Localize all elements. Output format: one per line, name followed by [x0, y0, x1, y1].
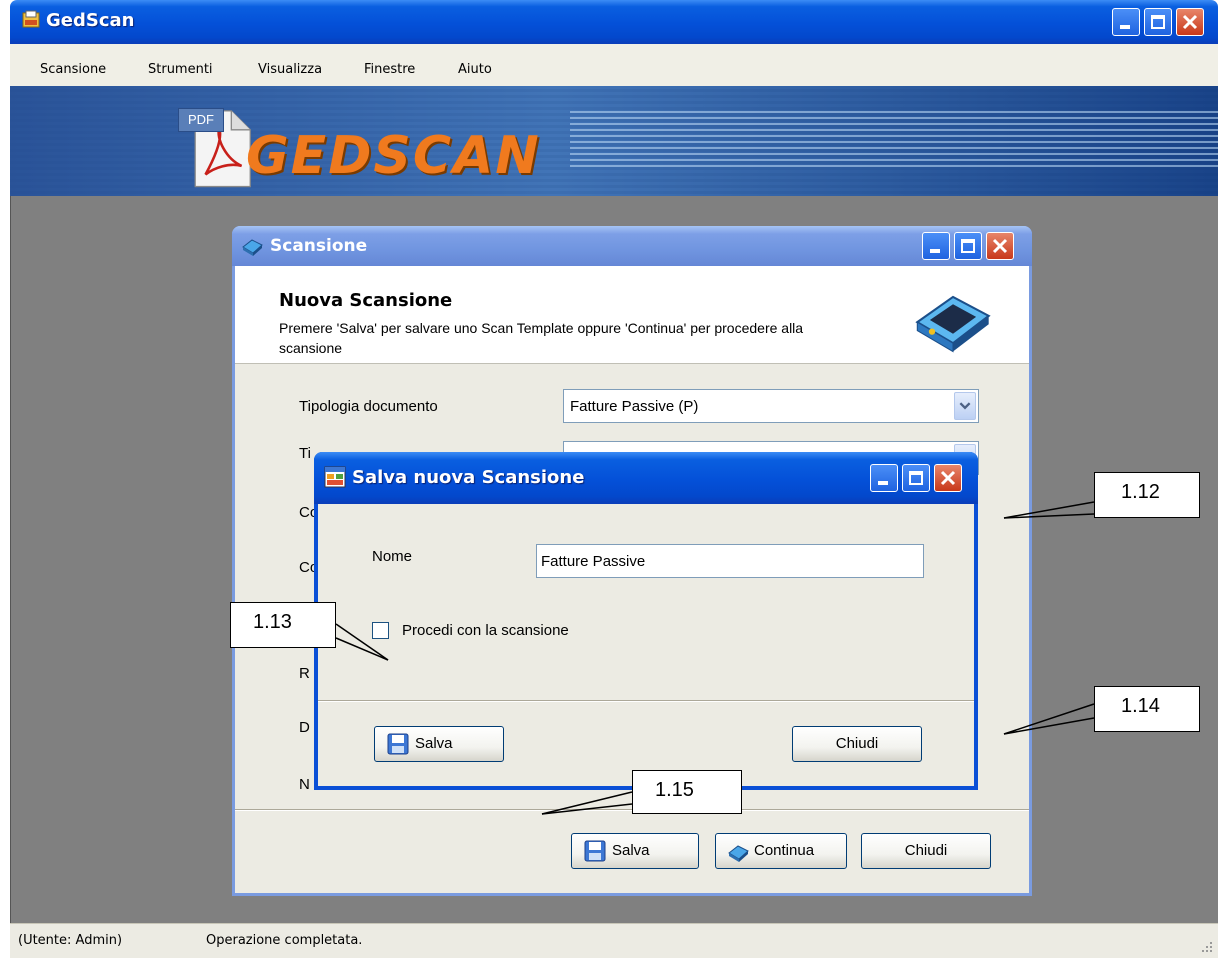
scan-dialog-title: Scansione: [270, 236, 368, 256]
menu-strumenti[interactable]: Strumenti: [148, 62, 213, 77]
scan-dialog-maximize-button[interactable]: [954, 232, 982, 260]
name-input[interactable]: Fatture Passive: [536, 544, 924, 578]
proceed-scan-label[interactable]: Procedi con la scansione: [402, 622, 569, 639]
scan-dialog-description: Premere 'Salva' per salvare uno Scan Tem…: [279, 320, 804, 356]
close-button[interactable]: [1176, 8, 1204, 36]
callout-1-14: 1.14: [1094, 686, 1200, 732]
save-dialog-close-button[interactable]: [934, 464, 962, 492]
scan-continue-button[interactable]: Continua: [715, 833, 847, 869]
app-banner: PDF GEDSCAN: [10, 86, 1218, 196]
scan-dialog-header: Nuova Scansione Premere 'Salva' per salv…: [235, 266, 1029, 364]
callout-1-13: 1.13: [230, 602, 336, 648]
minimize-icon: [878, 481, 888, 485]
field-label-7: N: [299, 776, 310, 793]
main-window-title: GedScan: [46, 10, 135, 31]
chevron-down-icon[interactable]: [954, 392, 976, 420]
scan-close-button[interactable]: Chiudi: [861, 833, 991, 869]
save-dialog-save-button[interactable]: Salva: [374, 726, 504, 762]
maximize-icon: [1151, 15, 1165, 29]
close-icon: [1182, 14, 1198, 30]
maximize-icon: [909, 471, 923, 485]
save-dialog-title-bar[interactable]: Salva nuova Scansione: [314, 452, 978, 504]
menu-finestre[interactable]: Finestre: [364, 62, 415, 77]
close-icon: [940, 470, 956, 486]
name-label: Nome: [372, 548, 413, 565]
save-dialog-maximize-button[interactable]: [902, 464, 930, 492]
field-label-5: R: [299, 665, 310, 682]
scan-dialog-close-button[interactable]: [986, 232, 1014, 260]
pdf-badge: PDF: [178, 108, 224, 132]
maximize-icon: [961, 239, 975, 253]
tipologia-select[interactable]: Fatture Passive (P): [563, 389, 979, 423]
gedscan-logo: GEDSCAN: [246, 126, 541, 186]
scanner-icon: [915, 295, 991, 353]
status-user: (Utente: Admin): [18, 933, 123, 948]
status-bar: (Utente: Admin) Operazione completata.: [10, 923, 1218, 958]
field-label-6: D: [299, 719, 310, 736]
minimize-icon: [1120, 25, 1130, 29]
save-dialog-title: Salva nuova Scansione: [352, 467, 585, 488]
field-label-2: Ti: [299, 445, 311, 462]
status-message: Operazione completata.: [206, 933, 363, 948]
proceed-scan-checkbox[interactable]: [372, 622, 389, 639]
scan-dialog-minimize-button[interactable]: [922, 232, 950, 260]
main-title-bar[interactable]: GedScan: [10, 0, 1218, 44]
floppy-save-icon: [387, 733, 409, 755]
scanner-small-icon: [728, 845, 749, 862]
save-scan-dialog: Salva nuova Scansione Nome Fatture Passi…: [314, 452, 978, 790]
minimize-button[interactable]: [1112, 8, 1140, 36]
menu-bar: Scansione Strumenti Visualizza Finestre …: [10, 44, 1218, 86]
close-icon: [992, 238, 1008, 254]
floppy-save-icon: [584, 840, 606, 862]
menu-aiuto[interactable]: Aiuto: [458, 62, 492, 77]
resize-grip-icon[interactable]: [1200, 940, 1214, 954]
minimize-icon: [930, 249, 940, 253]
form-icon: [324, 466, 346, 488]
callout-1-12: 1.12: [1094, 472, 1200, 518]
menu-visualizza[interactable]: Visualizza: [258, 62, 322, 77]
save-dialog-minimize-button[interactable]: [870, 464, 898, 492]
save-dialog-separator: [318, 700, 974, 702]
scan-dialog-heading: Nuova Scansione: [279, 290, 453, 311]
scan-save-button[interactable]: Salva: [571, 833, 699, 869]
maximize-button[interactable]: [1144, 8, 1172, 36]
menu-scansione[interactable]: Scansione: [40, 62, 106, 77]
scanner-small-icon: [242, 239, 263, 256]
app-icon: [22, 10, 40, 28]
tipologia-label: Tipologia documento: [299, 398, 438, 415]
callout-1-15: 1.15: [632, 770, 742, 814]
tipologia-value: Fatture Passive (P): [570, 398, 699, 415]
scan-dialog-title-bar[interactable]: Scansione: [232, 226, 1032, 266]
save-dialog-close-button-bottom[interactable]: Chiudi: [792, 726, 922, 762]
